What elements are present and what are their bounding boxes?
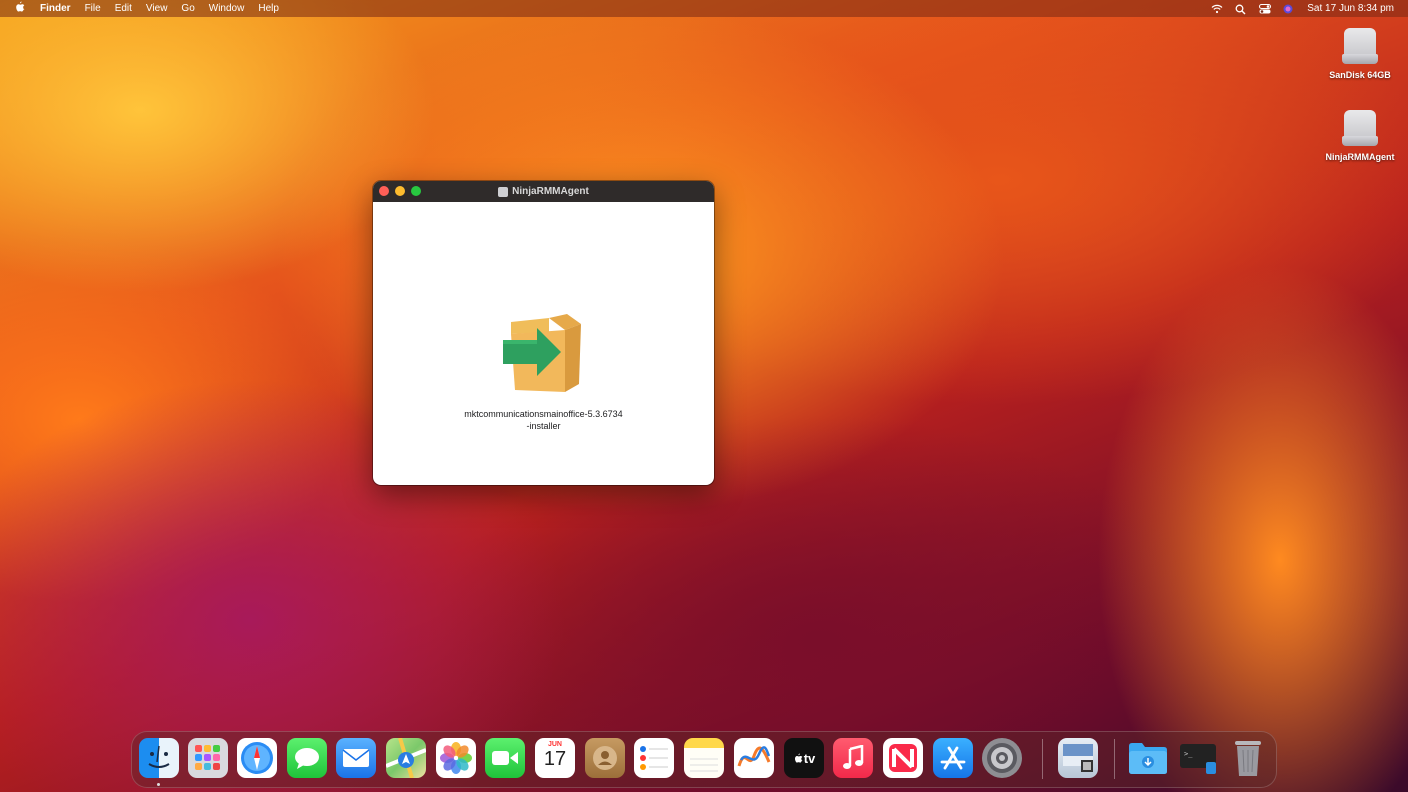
applications-stack-icon[interactable]: >_ — [1178, 738, 1218, 778]
menu-file[interactable]: File — [85, 3, 101, 14]
app-store-icon[interactable] — [933, 738, 973, 778]
desktop-drive-sandisk[interactable]: SanDisk 64GB — [1320, 26, 1400, 80]
menu-view[interactable]: View — [146, 3, 168, 14]
preview-icon[interactable] — [1058, 738, 1098, 778]
desktop-drive-ninjarmmagent[interactable]: NinjaRMMAgent — [1320, 108, 1400, 162]
desktop-icon-label: NinjaRMMAgent — [1325, 152, 1395, 162]
zoom-button[interactable] — [411, 186, 421, 196]
window-titlebar[interactable]: NinjaRMMAgent — [373, 181, 714, 202]
music-icon[interactable] — [833, 738, 873, 778]
dock: JUN 17 tv >_ — [131, 731, 1277, 788]
finder-icon[interactable] — [139, 738, 179, 778]
messages-icon[interactable] — [287, 738, 327, 778]
launchpad-icon[interactable] — [188, 738, 228, 778]
dock-separator — [1114, 739, 1115, 779]
apple-tv-icon[interactable]: tv — [784, 738, 824, 778]
svg-text:>_: >_ — [1184, 750, 1193, 758]
trash-icon[interactable] — [1228, 738, 1268, 778]
close-button[interactable] — [379, 186, 389, 196]
disk-image-icon — [498, 186, 509, 197]
siri-icon[interactable] — [1283, 4, 1295, 14]
safari-icon[interactable] — [237, 738, 277, 778]
apple-menu-icon[interactable] — [14, 1, 28, 16]
news-icon[interactable] — [883, 738, 923, 778]
facetime-icon[interactable] — [485, 738, 525, 778]
contacts-icon[interactable] — [585, 738, 625, 778]
finder-window: NinjaRMMAgent mktcommunicationsmainoffic… — [373, 181, 714, 485]
calendar-icon[interactable]: JUN 17 — [535, 738, 575, 778]
calendar-month: JUN — [547, 741, 562, 748]
minimize-button[interactable] — [395, 186, 405, 196]
downloads-folder-icon[interactable] — [1128, 738, 1168, 778]
freeform-icon[interactable] — [734, 738, 774, 778]
photos-icon[interactable] — [436, 738, 476, 778]
menu-finder[interactable]: Finder — [40, 3, 71, 14]
window-title: NinjaRMMAgent — [512, 186, 589, 197]
wifi-icon[interactable] — [1211, 4, 1223, 14]
apple-tv-label: tv — [803, 750, 816, 766]
desktop-icon-label: SanDisk 64GB — [1329, 70, 1391, 80]
menubar-clock[interactable]: Sat 17 Jun 8:34 pm — [1307, 3, 1394, 14]
control-center-icon[interactable] — [1259, 3, 1272, 14]
system-settings-icon[interactable] — [982, 738, 1022, 778]
calendar-day: 17 — [543, 748, 567, 770]
disk-image-icon — [1340, 108, 1380, 148]
menu-help[interactable]: Help — [258, 3, 279, 14]
menu-edit[interactable]: Edit — [115, 3, 132, 14]
external-drive-icon — [1340, 26, 1380, 66]
menu-window[interactable]: Window — [209, 3, 245, 14]
menu-go[interactable]: Go — [181, 3, 194, 14]
maps-icon[interactable] — [386, 738, 426, 778]
menu-bar: Finder File Edit View Go Window Help Sat… — [0, 0, 1408, 17]
running-indicator — [157, 783, 160, 786]
spotlight-search-icon[interactable] — [1235, 4, 1247, 14]
dock-separator — [1042, 739, 1043, 779]
notes-icon[interactable] — [684, 738, 724, 778]
file-name-label[interactable]: mktcommunicationsmainoffice-5.3.6734-ins… — [463, 408, 624, 432]
mail-icon[interactable] — [336, 738, 376, 778]
reminders-icon[interactable] — [634, 738, 674, 778]
installer-package-icon[interactable] — [503, 314, 585, 394]
